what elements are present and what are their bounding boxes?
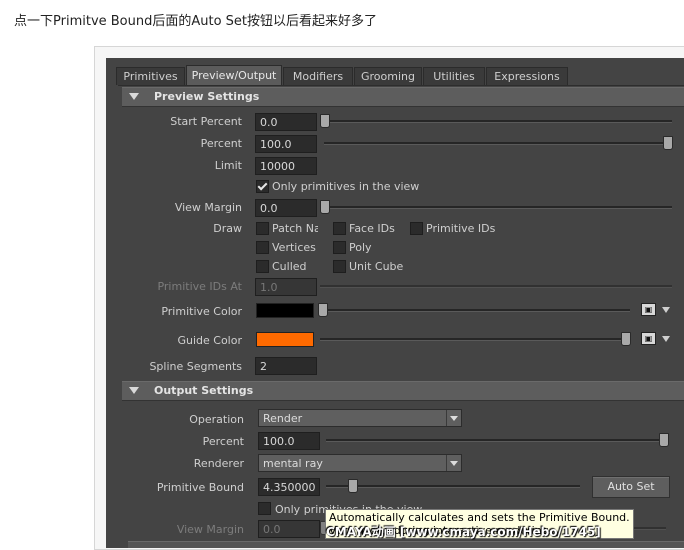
start-percent-slider-track[interactable] — [324, 120, 672, 123]
tab-utilities[interactable]: Utilities — [423, 67, 485, 85]
guide-color-label: Guide Color — [177, 334, 242, 347]
draw-unit-cube-checkbox[interactable] — [333, 260, 346, 273]
draw-label: Draw — [213, 222, 242, 235]
caption-text: 点一下Primitve Bound后面的Auto Set按钮以后看起来好多了 — [14, 14, 378, 29]
draw-vertices-label: Vertices — [272, 241, 316, 254]
start-percent-field[interactable]: 0.0 — [255, 113, 317, 131]
next-section-header[interactable] — [128, 541, 684, 548]
preview-settings-title: Preview Settings — [154, 90, 260, 103]
primitive-bound-slider-track[interactable] — [326, 485, 580, 488]
primitive-color-slider-handle[interactable] — [318, 303, 328, 317]
auto-set-button[interactable]: Auto Set — [592, 476, 670, 498]
guide-color-slider-track[interactable] — [320, 338, 630, 341]
options-chevron-down-icon[interactable] — [662, 336, 670, 342]
preview-settings-header[interactable]: Preview Settings — [122, 87, 684, 107]
draw-patch-checkbox[interactable] — [256, 222, 269, 235]
primitive-color-swatch[interactable] — [256, 303, 314, 318]
percent-slider-handle[interactable] — [663, 136, 673, 150]
tab-expressions[interactable]: Expressions — [486, 67, 568, 85]
start-percent-label: Start Percent — [170, 115, 242, 128]
draw-unit-cube-label: Unit Cube — [349, 260, 404, 273]
limit-field[interactable]: 10000 — [255, 157, 317, 175]
tab-modifiers[interactable]: Modifiers — [283, 67, 353, 85]
draw-primitive-ids-checkbox[interactable] — [410, 222, 423, 235]
draw-culled-label: Culled — [272, 260, 307, 273]
guide-color-slider-handle[interactable] — [621, 332, 631, 346]
output-percent-label: Percent — [202, 435, 244, 448]
view-margin-slider-handle[interactable] — [320, 200, 330, 214]
spline-segments-label: Spline Segments — [149, 360, 242, 373]
operation-value: Render — [263, 412, 303, 425]
renderer-dropdown[interactable]: mental ray — [258, 454, 462, 472]
draw-face-ids-label: Face IDs — [349, 222, 395, 235]
start-percent-slider-handle[interactable] — [320, 114, 330, 128]
operation-dropdown[interactable]: Render — [258, 409, 462, 427]
guide-color-swatch[interactable] — [256, 332, 314, 347]
chevron-down-icon — [446, 410, 461, 426]
percent-slider-track[interactable] — [324, 142, 672, 145]
primitive-ids-at-field: 1.0 — [255, 278, 317, 296]
tab-primitives[interactable]: Primitives — [116, 67, 185, 85]
output-percent-field[interactable]: 100.0 — [258, 432, 320, 450]
map-texture-icon[interactable]: ▣ — [641, 303, 656, 316]
view-margin-slider-track[interactable] — [324, 206, 672, 209]
primitive-ids-at-label: Primitive IDs At — [157, 280, 242, 293]
primitive-bound-field[interactable]: 4.350000 — [258, 478, 320, 496]
tab-divider — [118, 85, 684, 86]
collapse-triangle-icon — [129, 387, 139, 394]
primitive-bound-slider-handle[interactable] — [348, 479, 358, 493]
output-settings-title: Output Settings — [154, 384, 254, 397]
draw-face-ids-checkbox[interactable] — [333, 222, 346, 235]
renderer-value: mental ray — [263, 457, 323, 470]
percent-field[interactable]: 100.0 — [255, 135, 317, 153]
only-primitives-checkbox[interactable] — [256, 180, 269, 193]
percent-label: Percent — [200, 137, 242, 150]
primitive-bound-label: Primitive Bound — [156, 481, 244, 494]
watermark: CMAYA动画 [www.cmaya.com/Hebo/1745] — [326, 525, 601, 539]
collapse-triangle-icon — [129, 93, 139, 100]
spline-segments-field[interactable]: 2 — [255, 357, 317, 375]
draw-poly-checkbox[interactable] — [333, 241, 346, 254]
output-view-margin-label: View Margin — [176, 523, 244, 536]
tab-grooming[interactable]: Grooming — [354, 67, 422, 85]
draw-patch-label: Patch Nar — [272, 222, 318, 235]
attribute-editor-panel: Primitives Preview/Output Modifiers Groo… — [106, 58, 684, 548]
draw-culled-checkbox[interactable] — [256, 260, 269, 273]
primitive-color-slider-track[interactable] — [320, 309, 630, 312]
primitive-color-label: Primitive Color — [161, 305, 242, 318]
map-texture-icon[interactable]: ▣ — [641, 332, 656, 345]
output-settings-header[interactable]: Output Settings — [122, 381, 684, 401]
operation-label: Operation — [189, 413, 244, 426]
output-percent-slider-handle[interactable] — [659, 433, 669, 447]
output-percent-slider-track[interactable] — [326, 439, 666, 442]
renderer-label: Renderer — [193, 457, 244, 470]
options-chevron-down-icon[interactable] — [662, 307, 670, 313]
draw-primitive-ids-label: Primitive IDs — [426, 222, 496, 235]
output-only-primitives-checkbox[interactable] — [258, 502, 271, 515]
limit-label: Limit — [214, 159, 242, 172]
tab-preview-output[interactable]: Preview/Output — [186, 65, 282, 86]
output-view-margin-field: 0.0 — [258, 520, 320, 538]
draw-poly-label: Poly — [349, 241, 372, 254]
view-margin-label: View Margin — [174, 201, 242, 214]
only-primitives-label: Only primitives in the view — [272, 180, 420, 193]
draw-vertices-checkbox[interactable] — [256, 241, 269, 254]
chevron-down-icon — [446, 455, 461, 471]
primitive-ids-at-slider-track — [320, 285, 672, 288]
view-margin-field[interactable]: 0.0 — [255, 199, 317, 217]
